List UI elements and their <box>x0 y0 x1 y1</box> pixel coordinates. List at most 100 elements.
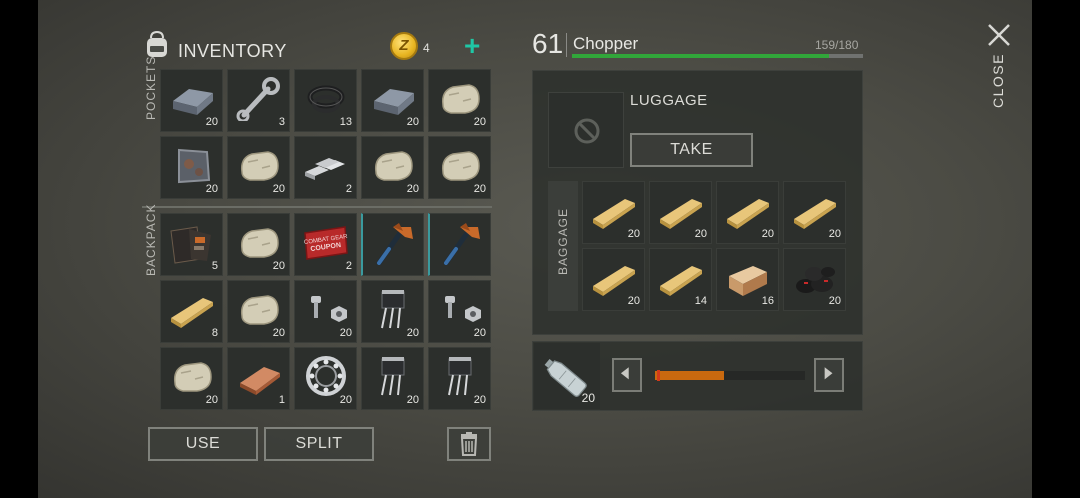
backpack-slot[interactable]: 5 <box>160 213 223 276</box>
game-screen: INVENTORY Z 4 + POCKETS 20 3 13 20 20 20 20 2 20… <box>0 0 1080 498</box>
pocket-slot[interactable]: 2 <box>294 136 357 199</box>
baggage-slot[interactable]: 20 <box>716 181 779 244</box>
slider-handle[interactable] <box>657 370 660 381</box>
wrench-icon <box>236 77 280 121</box>
split-button[interactable]: SPLIT <box>264 427 374 461</box>
item-quantity: 2 <box>345 260 352 272</box>
transistor-icon <box>381 290 405 329</box>
close-button[interactable]: CLOSE <box>990 53 1006 108</box>
item-quantity: 20 <box>272 260 285 272</box>
capacity-text: 159/180 <box>815 38 859 52</box>
capacity-fill <box>572 54 829 58</box>
baggage-slot[interactable]: 20 <box>783 248 846 311</box>
wood-plank-icon <box>794 199 836 229</box>
backpack-slot[interactable]: 20 <box>361 347 424 410</box>
item-quantity: 20 <box>406 183 419 195</box>
pocket-slot[interactable]: 20 <box>227 136 290 199</box>
baggage-slot[interactable]: 20 <box>582 248 645 311</box>
backpack-slot[interactable] <box>361 213 424 276</box>
hatchet-icon <box>443 223 480 265</box>
wallet-icon <box>170 226 211 264</box>
transfer-item-slot[interactable]: 20 <box>534 343 600 409</box>
backpack-slot[interactable]: 1 <box>227 347 290 410</box>
pocket-slot[interactable]: 20 <box>361 136 424 199</box>
iron-bar-icon <box>374 89 414 115</box>
close-icon[interactable] <box>986 22 1012 48</box>
item-quantity: 20 <box>272 183 285 195</box>
backpack-slot[interactable]: 20 <box>428 280 491 343</box>
backpack-slot[interactable]: 20 <box>160 347 223 410</box>
add-coins-button[interactable]: + <box>464 32 480 60</box>
backpack-grid: 5 20 COMBAT GEAR COUPON 2 8 20 20 20 20 20 1 20 20 20 <box>160 213 491 410</box>
backpack-slot[interactable]: 8 <box>160 280 223 343</box>
bolt-nut-icon <box>311 296 347 322</box>
item-quantity: 20 <box>627 295 640 307</box>
pockets-grid: 20 3 13 20 20 20 20 2 20 20 <box>160 69 491 199</box>
backpack-slot[interactable]: 20 <box>227 280 290 343</box>
wood-plank-icon <box>727 199 769 229</box>
letterbox-left <box>0 0 38 498</box>
pocket-slot[interactable]: 20 <box>428 136 491 199</box>
section-divider <box>142 206 492 208</box>
vehicle-name: Chopper <box>573 34 639 53</box>
baggage-label: BAGGAGE <box>556 207 570 275</box>
baggage-slot[interactable]: 20 <box>582 181 645 244</box>
quantity-slider[interactable] <box>655 370 805 381</box>
baggage-slot[interactable]: 20 <box>783 181 846 244</box>
rubber-rings-icon <box>307 85 345 113</box>
backpack-slot[interactable]: 20 <box>294 347 357 410</box>
item-quantity: 3 <box>278 116 285 128</box>
decrease-button[interactable] <box>612 358 642 392</box>
backpack-slot[interactable]: 20 <box>361 280 424 343</box>
copper-ingot-icon <box>240 367 280 395</box>
baggage-slot[interactable]: 16 <box>716 248 779 311</box>
item-quantity: 20 <box>339 394 352 406</box>
coin-count: 4 <box>423 41 430 55</box>
baggage-slot[interactable]: 20 <box>649 181 712 244</box>
backpack-slot[interactable]: 20 <box>294 280 357 343</box>
bearing-icon <box>306 356 346 396</box>
coal-icon <box>796 267 835 293</box>
backpack-slot[interactable]: 20 <box>428 347 491 410</box>
backpack-slot[interactable] <box>428 213 491 276</box>
iron-bar-icon <box>173 89 213 115</box>
item-quantity: 20 <box>406 116 419 128</box>
item-quantity: 20 <box>406 327 419 339</box>
item-quantity: 20 <box>761 228 774 240</box>
baggage-slot[interactable]: 14 <box>649 248 712 311</box>
item-quantity: 20 <box>406 394 419 406</box>
wood-plank-icon <box>660 199 702 229</box>
item-quantity: 20 <box>828 228 841 240</box>
item-quantity: 2 <box>345 183 352 195</box>
metal-plate-icon <box>178 148 211 184</box>
pocket-slot[interactable]: 3 <box>227 69 290 132</box>
item-quantity: 20 <box>473 116 486 128</box>
wood-plank-icon <box>593 199 635 229</box>
backpack-slot[interactable]: COMBAT GEAR COUPON 2 <box>294 213 357 276</box>
stone-icon <box>240 151 279 181</box>
stone-icon <box>173 362 212 392</box>
letterbox-right <box>1032 0 1080 498</box>
item-quantity: 20 <box>205 394 218 406</box>
luggage-label: LUGGAGE <box>630 92 708 109</box>
pocket-slot[interactable]: 20 <box>160 136 223 199</box>
pocket-slot[interactable]: 20 <box>160 69 223 132</box>
use-button[interactable]: USE <box>148 427 258 461</box>
slider-fill <box>655 371 724 380</box>
trash-button[interactable] <box>447 427 491 461</box>
stone-icon <box>240 228 279 258</box>
take-button[interactable]: TAKE <box>630 133 753 167</box>
luggage-slot[interactable] <box>548 92 624 168</box>
increase-button[interactable] <box>814 358 844 392</box>
item-quantity: 20 <box>205 116 218 128</box>
item-quantity: 20 <box>694 228 707 240</box>
name-separator <box>566 33 567 57</box>
pocket-slot[interactable]: 13 <box>294 69 357 132</box>
stone-icon <box>374 151 413 181</box>
item-quantity: 20 <box>828 295 841 307</box>
item-quantity: 1 <box>278 394 285 406</box>
backpack-slot[interactable]: 20 <box>227 213 290 276</box>
item-quantity: 20 <box>339 327 352 339</box>
pocket-slot[interactable]: 20 <box>361 69 424 132</box>
pocket-slot[interactable]: 20 <box>428 69 491 132</box>
